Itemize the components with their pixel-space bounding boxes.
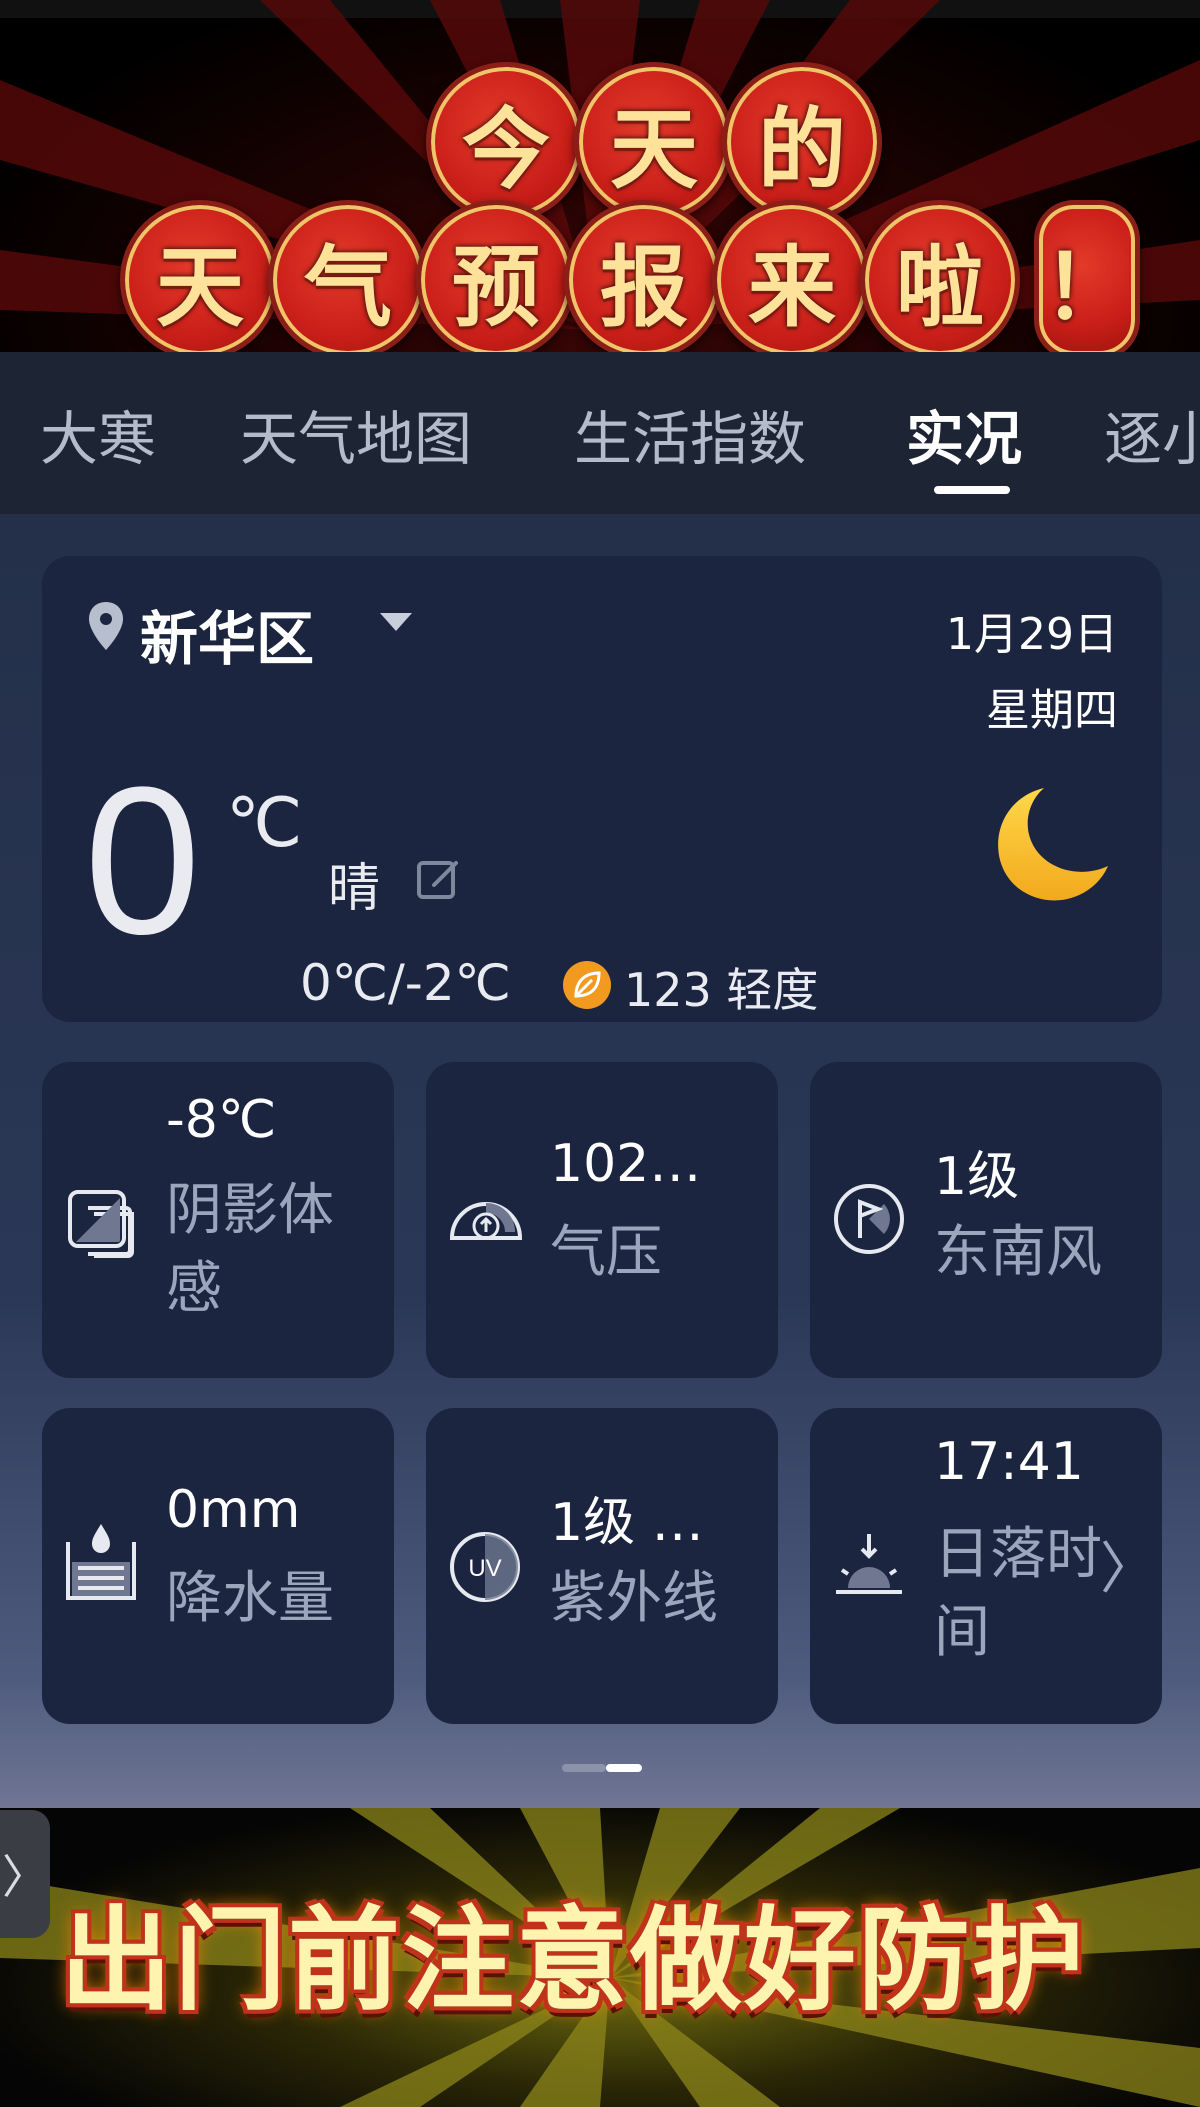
- current-temperature: 0: [84, 743, 201, 978]
- precipitation-tile[interactable]: 0mm 降水量: [42, 1408, 394, 1724]
- uv-value: 1级 …: [550, 1493, 704, 1553]
- wind-tile[interactable]: 1级 东南风: [810, 1062, 1162, 1378]
- chevron-right-icon[interactable]: 〉: [1100, 1524, 1156, 1605]
- title-line-1: 今 天 的: [426, 62, 882, 222]
- air-quality[interactable]: 123 轻度: [624, 954, 818, 1020]
- sunset-value: 17:41: [934, 1432, 1084, 1492]
- sunset-tile[interactable]: 17:41 日落时间 〉: [810, 1408, 1162, 1724]
- feels-like-tile[interactable]: -8℃ 阴影体感: [42, 1062, 394, 1378]
- tab-life-index[interactable]: 生活指数: [574, 392, 806, 476]
- uv-tile[interactable]: UV 1级 … 紫外线: [426, 1408, 778, 1724]
- tab-live[interactable]: 实况: [906, 392, 1022, 476]
- title-char: 天: [574, 62, 734, 222]
- pressure-value: 102…: [550, 1134, 702, 1194]
- title-char: ！: [1034, 200, 1140, 352]
- pressure-tile[interactable]: 102… 气压: [426, 1062, 778, 1378]
- location-name[interactable]: 新华区: [140, 592, 314, 676]
- weather-condition: 晴: [328, 859, 381, 919]
- tab-weather-map[interactable]: 天气地图: [240, 392, 472, 476]
- title-char: 气: [268, 200, 428, 352]
- uv-label: 紫外线: [550, 1566, 718, 1631]
- side-handle[interactable]: 〉: [0, 1810, 50, 1938]
- page-indicator: [562, 1764, 642, 1772]
- precipitation-icon: [64, 1518, 138, 1608]
- leaf-icon: [562, 960, 612, 1014]
- caret-down-icon[interactable]: [378, 610, 414, 638]
- title-char: 天: [120, 200, 280, 352]
- wind-value: 1级: [934, 1147, 1020, 1207]
- active-tab-indicator: [934, 486, 1010, 494]
- feels-like-value: -8℃: [166, 1090, 277, 1150]
- slogan-text: 出门前注意做好防护: [60, 1896, 1086, 2026]
- wind-icon: [832, 1182, 906, 1260]
- current-weather-card: 新华区 1月29日 星期四 0 ℃ 晴 0℃/-2℃ 123 轻度: [42, 556, 1162, 1022]
- weekday-label: 星期四: [986, 685, 1118, 736]
- feels-like-label: 阴影体感: [166, 1178, 334, 1321]
- tab-dahan[interactable]: 大寒: [40, 392, 156, 476]
- svg-text:UV: UV: [468, 1555, 501, 1582]
- temperature-range: 0℃/-2℃: [300, 954, 511, 1012]
- location-pin-icon: [86, 600, 126, 656]
- title-banner: 今 天 的 天 气 预 报 来 啦 ！: [0, 0, 1200, 352]
- precipitation-value: 0mm: [166, 1480, 301, 1540]
- temperature-unit: ℃: [226, 784, 303, 863]
- uv-icon: UV: [448, 1530, 522, 1608]
- tab-hourly[interactable]: 逐小: [1104, 392, 1200, 476]
- title-line-2: 天 气 预 报 来 啦 ！: [120, 200, 1140, 352]
- sunset-icon: [832, 1530, 906, 1604]
- pressure-label: 气压: [550, 1220, 662, 1285]
- wind-label: 东南风: [934, 1220, 1102, 1285]
- title-char: 报: [564, 200, 724, 352]
- edit-icon[interactable]: [414, 854, 464, 908]
- moon-icon: [982, 776, 1122, 920]
- date-label: 1月29日: [946, 609, 1118, 660]
- tab-bar: 大寒 天气地图 生活指数 实况 逐小: [0, 352, 1200, 514]
- feels-like-icon: [64, 1186, 144, 1270]
- title-char: 啦: [860, 200, 1020, 352]
- title-char: 的: [722, 62, 882, 222]
- title-char: 预: [416, 200, 576, 352]
- title-char: 今: [426, 62, 586, 222]
- weather-panel: 新华区 1月29日 星期四 0 ℃ 晴 0℃/-2℃ 123 轻度 -8℃ 阴影…: [0, 514, 1200, 1808]
- precipitation-label: 降水量: [166, 1566, 334, 1631]
- title-char: 来: [712, 200, 872, 352]
- pressure-icon: [448, 1188, 524, 1252]
